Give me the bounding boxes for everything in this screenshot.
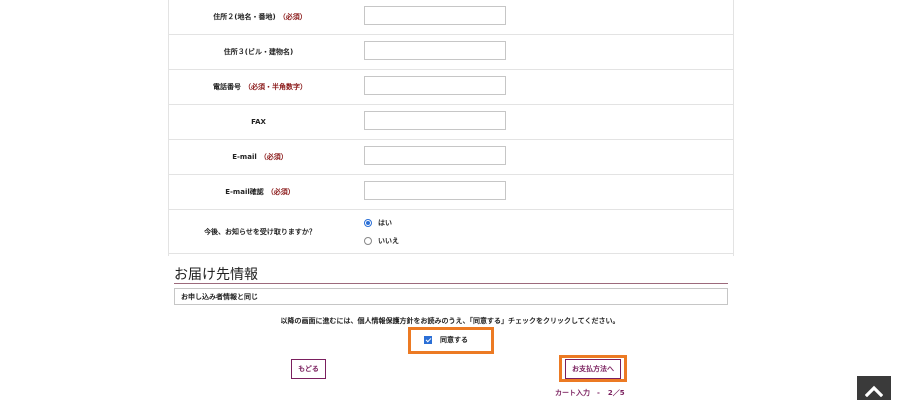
agree-label: 同意する xyxy=(440,336,468,344)
delivery-select[interactable]: お申し込み者情報と同じ xyxy=(174,288,728,305)
to-payment-button[interactable]: お支払方法へ xyxy=(565,359,621,379)
form-row-email: E-mail （必須） xyxy=(168,140,734,175)
form-label: 住所３(ビル・建物名) xyxy=(168,35,352,69)
label-text: FAX xyxy=(251,118,266,126)
label-text: 電話番号 xyxy=(213,83,241,91)
step-indicator: カート入力 - 2／5 xyxy=(555,388,625,398)
address3-input[interactable] xyxy=(364,41,506,60)
radio-label: いいえ xyxy=(378,237,399,245)
radio-unselected-icon[interactable] xyxy=(364,237,372,245)
required-mark: （必須・半角数字） xyxy=(244,83,307,91)
fax-input[interactable] xyxy=(364,111,506,130)
required-mark: （必須） xyxy=(278,13,307,21)
agree-checkbox-group[interactable]: 同意する xyxy=(424,335,468,345)
checkbox-checked-icon[interactable] xyxy=(424,336,432,344)
form-label: E-mail （必須） xyxy=(168,140,352,174)
form-label: 住所２(地名・番地) （必須） xyxy=(168,0,352,34)
chevron-up-icon xyxy=(865,385,883,397)
scroll-top-button[interactable] xyxy=(857,376,891,400)
form-row-address3: 住所３(ビル・建物名) xyxy=(168,35,734,70)
section-divider xyxy=(174,283,728,284)
form-row-newsletter: 今後、お知らせを受け取りますか？ はい いいえ xyxy=(168,210,734,254)
label-text: 住所３(ビル・建物名) xyxy=(223,48,294,56)
label-text: E-mail確認 xyxy=(225,188,264,196)
label-text: 今後、お知らせを受け取りますか？ xyxy=(204,227,316,236)
required-mark: （必須） xyxy=(259,153,288,161)
phone-input[interactable] xyxy=(364,76,506,95)
newsletter-radio-group: はい いいえ xyxy=(364,215,399,249)
form-label: E-mail確認 （必須） xyxy=(168,175,352,209)
label-text: E-mail xyxy=(232,153,257,161)
form-row-phone: 電話番号 （必須・半角数字） xyxy=(168,70,734,105)
step-progress: 2／5 xyxy=(607,389,625,397)
label-text: 住所２(地名・番地) xyxy=(213,13,276,21)
email-confirm-input[interactable] xyxy=(364,181,506,200)
delivery-value: お申し込み者情報と同じ xyxy=(181,292,258,301)
back-button[interactable]: もどる xyxy=(291,359,326,379)
form-label: 電話番号 （必須・半角数字） xyxy=(168,70,352,104)
delivery-section-title: お届け先情報 xyxy=(174,267,258,283)
customer-form-table: 住所２(地名・番地) （必須） 住所３(ビル・建物名) 電話番号 （必須・半角数字）… xyxy=(168,0,734,254)
newsletter-option-yes[interactable]: はい xyxy=(364,215,399,231)
address2-input[interactable] xyxy=(364,6,506,25)
form-row-address2: 住所２(地名・番地) （必須） xyxy=(168,0,734,35)
required-mark: （必須） xyxy=(266,188,295,196)
radio-selected-icon[interactable] xyxy=(364,219,372,227)
email-input[interactable] xyxy=(364,146,506,165)
newsletter-option-no[interactable]: いいえ xyxy=(364,233,399,249)
privacy-notice: 以降の画面に進むには、個人情報保護方針をお読みのうえ、「同意する」チェックをクリ… xyxy=(280,317,620,325)
step-label: カート入力 - xyxy=(555,389,600,397)
form-label: 今後、お知らせを受け取りますか？ xyxy=(168,210,352,253)
radio-label: はい xyxy=(378,219,392,227)
form-label: FAX xyxy=(168,105,352,139)
form-row-fax: FAX xyxy=(168,105,734,140)
form-row-email-confirm: E-mail確認 （必須） xyxy=(168,175,734,210)
